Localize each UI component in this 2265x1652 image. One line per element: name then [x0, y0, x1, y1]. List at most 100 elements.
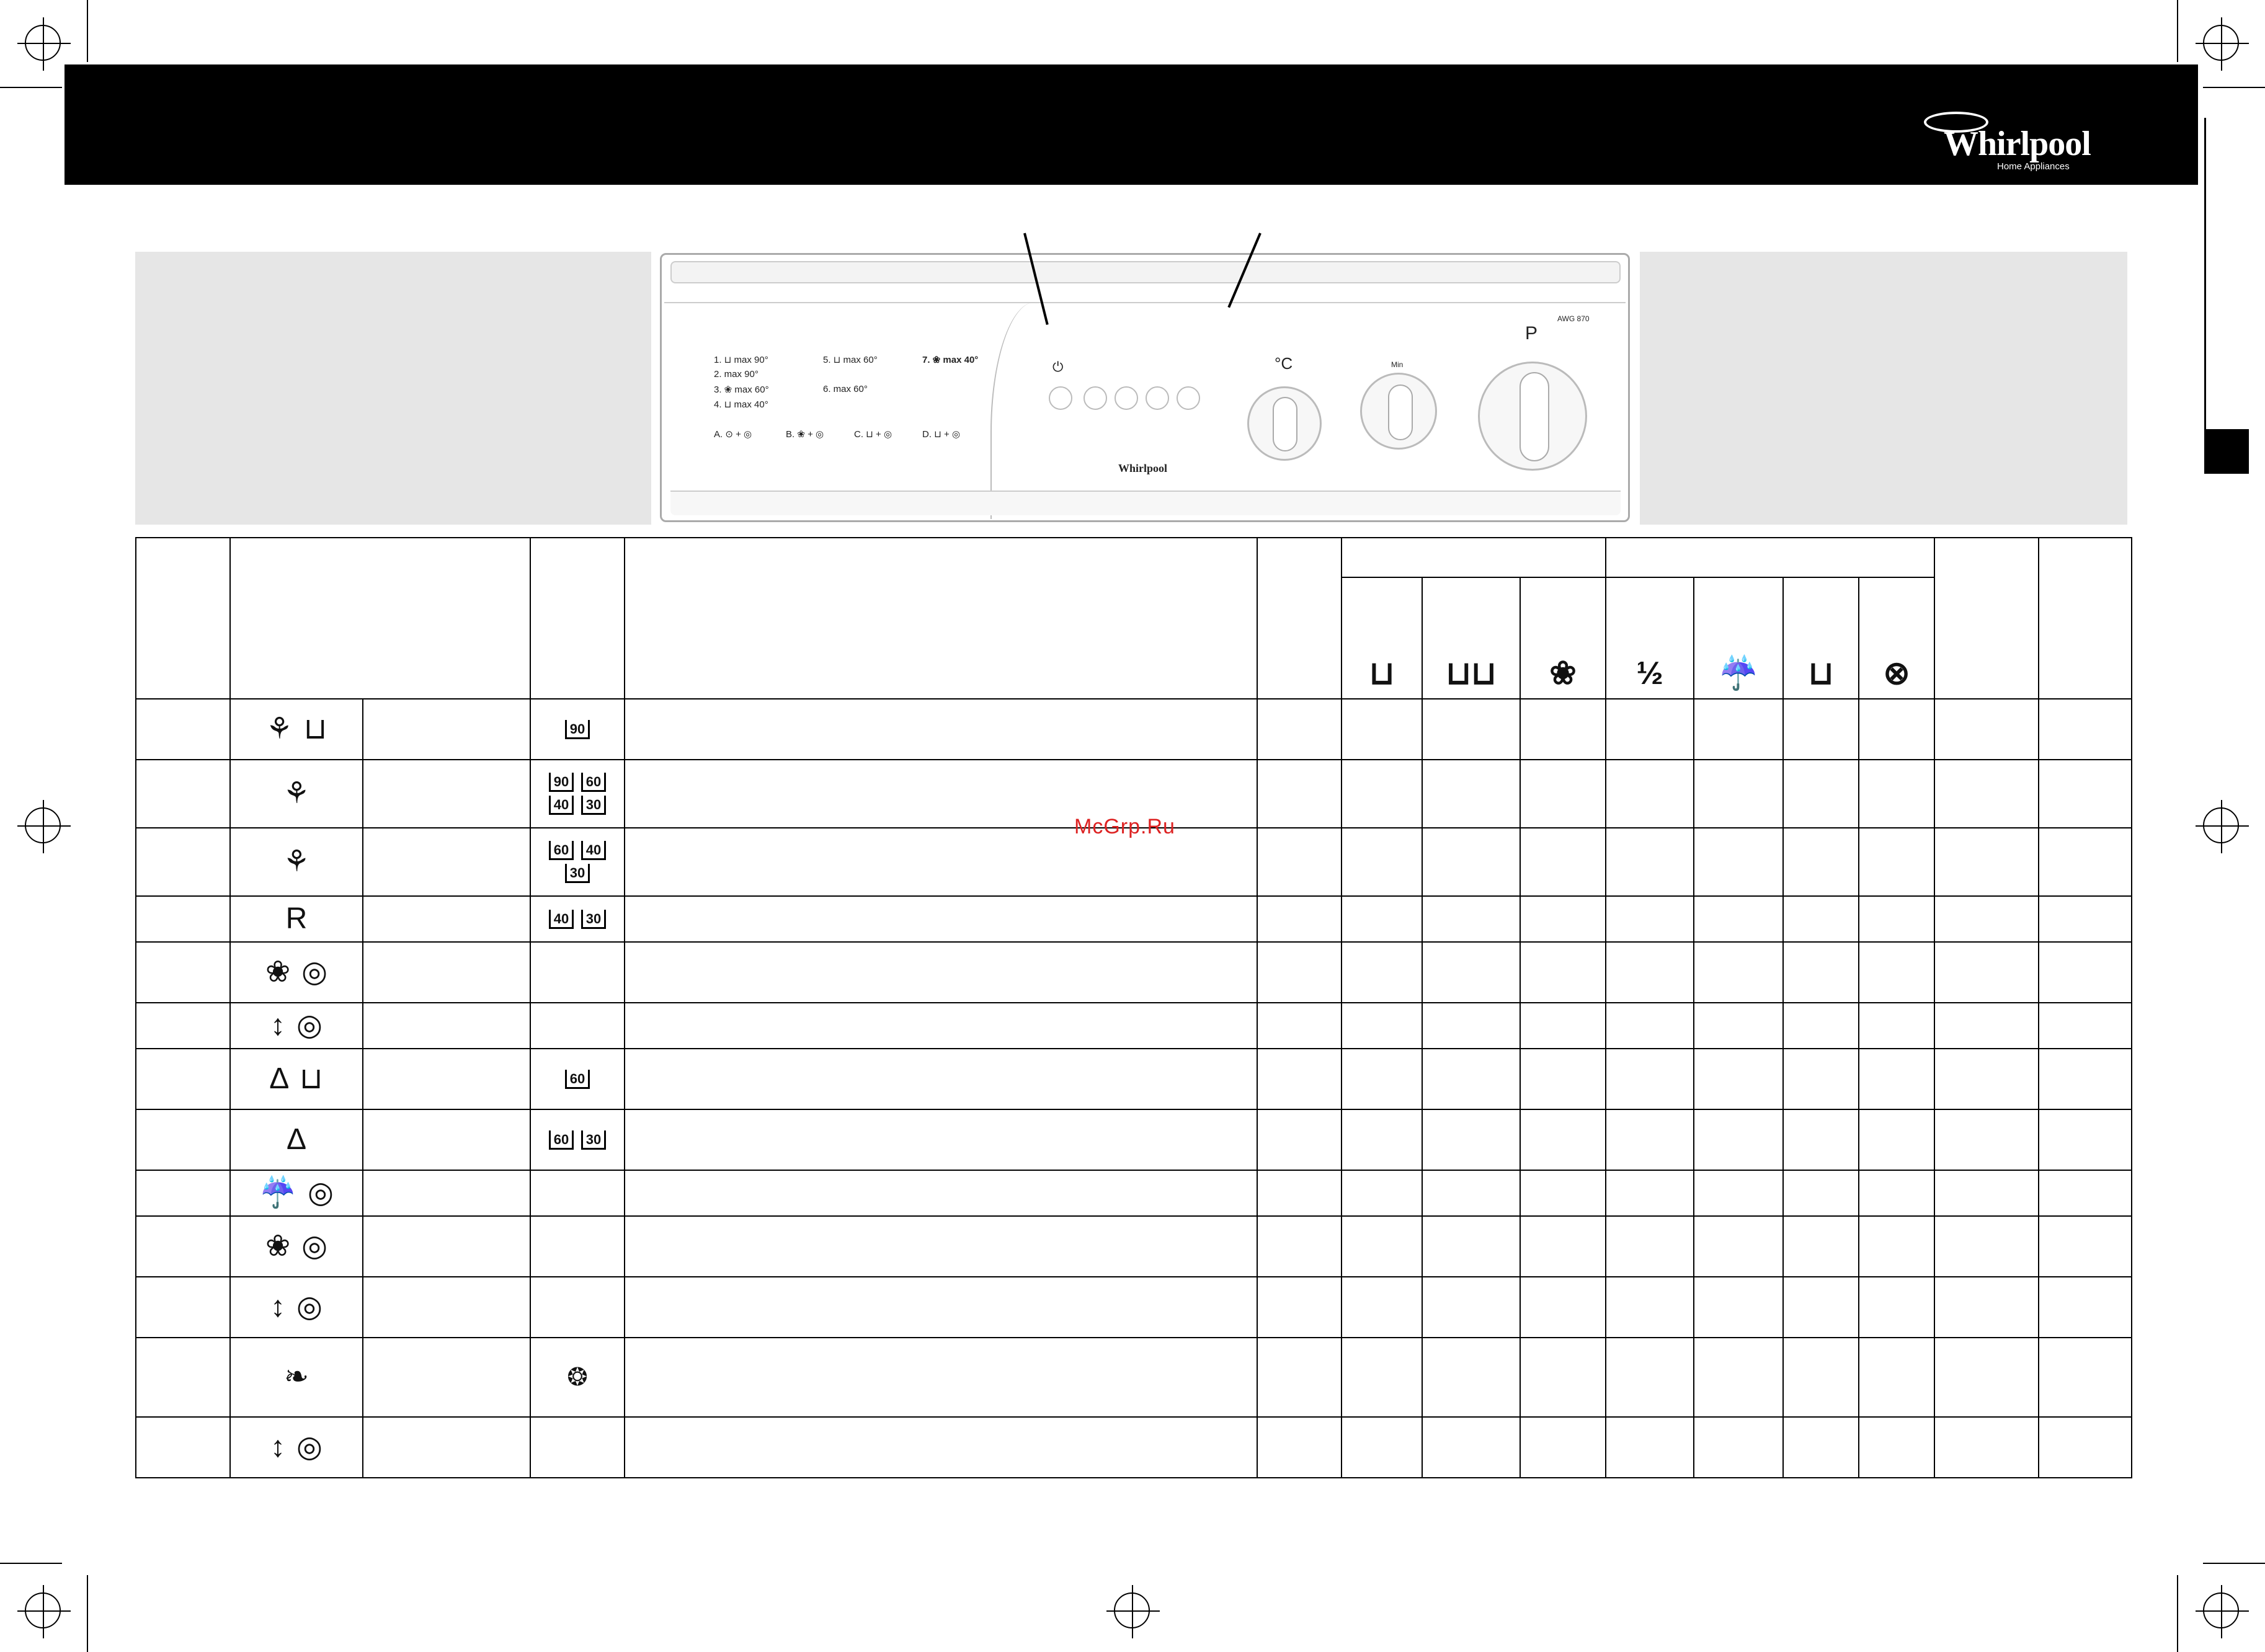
- row-temp-cell: 60 40 30: [530, 827, 625, 897]
- row-data-cell: [1422, 1276, 1521, 1338]
- program-dial[interactable]: [1478, 362, 1587, 471]
- hdr-cell: [135, 537, 231, 699]
- row-data-cell: [1519, 1048, 1607, 1110]
- hdr-mainwash: ⊔⊔: [1422, 577, 1521, 699]
- option-button-4[interactable]: [1177, 386, 1200, 410]
- row-data-cell: [624, 941, 1258, 1003]
- care-symbol-icon: R: [285, 902, 308, 935]
- row-data-cell: [1858, 1416, 1936, 1478]
- row-name-cell: [362, 1109, 531, 1171]
- row-data-cell: [1934, 1170, 2040, 1217]
- row-data-cell: [1605, 759, 1695, 828]
- row-data-cell: [1934, 1416, 2040, 1478]
- row-data-cell: [1782, 941, 1860, 1003]
- program-1: 1. ⊔ max 90°: [714, 355, 768, 365]
- registration-mark: [17, 1585, 71, 1638]
- programme-table: ⊔ ⊔⊔ ❀ ½ ☔ ⊔ ⊗ ⚘ ⊔ 90 ⚘ 90 60 40 30 ⚘ 60 40 30 R 40 30…: [135, 537, 2133, 1478]
- row-symbol-cell: ↕ ◎: [229, 1276, 363, 1338]
- spin-dial[interactable]: [1360, 373, 1437, 450]
- row-number-cell: [135, 1215, 231, 1277]
- row-data-cell: [1519, 698, 1607, 760]
- crop-mark: [2177, 0, 2178, 62]
- row-symbol-cell: ⚘ ⊔: [229, 698, 363, 760]
- row-symbol-cell: ❧: [229, 1337, 363, 1418]
- row-data-cell: [1422, 1048, 1521, 1110]
- row-name-cell: [362, 1215, 531, 1277]
- row-data-cell: [1858, 1109, 1936, 1171]
- row-temp-cell: 60 30: [530, 1109, 625, 1171]
- registration-mark: [1106, 1585, 1160, 1638]
- temperature-dial[interactable]: [1247, 386, 1322, 461]
- row-data-cell: [1519, 1170, 1607, 1217]
- row-name-cell: [362, 698, 531, 760]
- power-icon: ⏻: [1052, 359, 1064, 375]
- row-number-cell: [135, 941, 231, 1003]
- row-data-cell: [1422, 1215, 1521, 1277]
- row-number-cell: [135, 827, 231, 897]
- row-data-cell: [1693, 759, 1784, 828]
- panel-bottom-strip: [670, 491, 1621, 515]
- program-knob: [1520, 372, 1549, 461]
- row-data-cell: [624, 1215, 1258, 1277]
- row-data-cell: [1605, 1276, 1695, 1338]
- start-button[interactable]: [1049, 386, 1072, 410]
- hdr-cell: [229, 537, 531, 699]
- row-data-cell: [624, 895, 1258, 943]
- option-button-1[interactable]: [1084, 386, 1107, 410]
- row-data-cell: [1858, 698, 1936, 760]
- row-data-cell: [624, 1048, 1258, 1110]
- care-symbol-icon: ⊔: [303, 713, 327, 745]
- option-button-3[interactable]: [1146, 386, 1169, 410]
- row-temp-cell: [530, 1002, 625, 1049]
- temperature-symbol: 40: [581, 841, 606, 860]
- crop-mark: [2203, 1563, 2265, 1564]
- row-data-cell: [1693, 941, 1784, 1003]
- row-data-cell: [624, 1109, 1258, 1171]
- option-c: C. ⊔ + ◎: [854, 429, 892, 440]
- row-symbol-cell: ↕ ◎: [229, 1416, 363, 1478]
- table-row: ↕ ◎: [135, 1002, 2133, 1049]
- rinse-hold-icon: ⊔: [1808, 655, 1834, 691]
- crop-mark: [87, 1575, 88, 1652]
- row-data-cell: [1858, 941, 1936, 1003]
- row-name-cell: [362, 827, 531, 897]
- model-label: AWG 870: [1557, 314, 1590, 323]
- hdr-softener: ❀: [1519, 577, 1607, 699]
- row-data-cell: [1422, 1337, 1521, 1418]
- hdr-prewash: ⊔: [1341, 577, 1423, 699]
- row-data-cell: [1605, 941, 1695, 1003]
- table-row: ∆ ⊔ 60: [135, 1048, 2133, 1110]
- care-symbol-icon: ◎: [296, 1431, 323, 1463]
- option-button-2[interactable]: [1115, 386, 1138, 410]
- row-data-cell: [1693, 1170, 1784, 1217]
- program-7: 7. ❀ max 40°: [922, 355, 979, 365]
- row-data-cell: [1422, 1416, 1521, 1478]
- row-data-cell: [1782, 1276, 1860, 1338]
- row-data-cell: [1693, 1002, 1784, 1049]
- row-data-cell: [1693, 1416, 1784, 1478]
- row-data-cell: [2038, 1276, 2133, 1338]
- row-data-cell: [1257, 1416, 1342, 1478]
- row-data-cell: [1341, 1002, 1423, 1049]
- row-data-cell: [1693, 1109, 1784, 1171]
- no-spin-icon: ⊗: [1883, 655, 1910, 691]
- temperature-symbol: 90: [549, 773, 574, 792]
- row-data-cell: [1605, 1048, 1695, 1110]
- row-data-cell: [1934, 698, 2040, 760]
- row-data-cell: [624, 1276, 1258, 1338]
- row-data-cell: [1341, 759, 1423, 828]
- row-name-cell: [362, 895, 531, 943]
- hdr-cell: [1257, 537, 1342, 699]
- table-row: ❀ ◎: [135, 1215, 2133, 1277]
- care-symbol-icon: ⚘: [283, 845, 310, 878]
- row-data-cell: [1519, 1416, 1607, 1478]
- row-data-cell: [1519, 1276, 1607, 1338]
- care-symbol-icon: ❧: [283, 1361, 309, 1393]
- row-data-cell: [1519, 895, 1607, 943]
- crop-mark: [0, 1563, 62, 1564]
- registration-mark: [2196, 800, 2249, 853]
- row-data-cell: [1257, 1048, 1342, 1110]
- hdr-rinse: ☔: [1693, 577, 1784, 699]
- row-data-cell: [1605, 827, 1695, 897]
- row-data-cell: [1782, 759, 1860, 828]
